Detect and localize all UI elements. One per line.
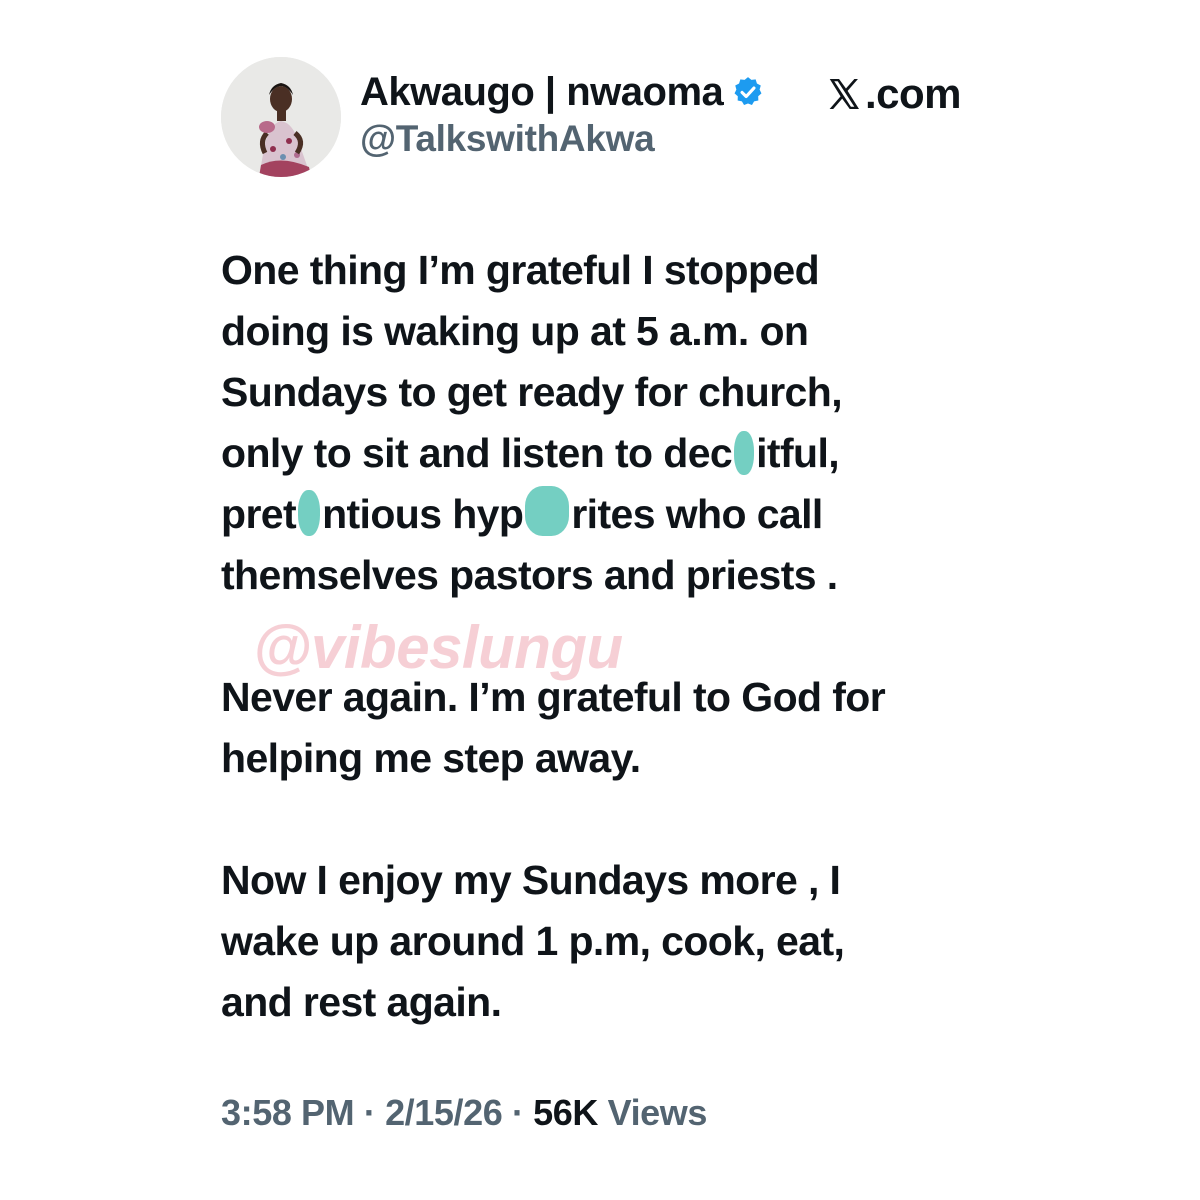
source-domain: .com	[865, 70, 962, 117]
author-handle[interactable]: @TalkswithAkwa	[360, 118, 655, 160]
censor-mark	[734, 431, 755, 475]
author-name-row[interactable]: Akwaugo | nwaoma	[360, 66, 765, 118]
tweet-text: One thing I’m grateful I stopped doing i…	[221, 240, 1011, 1094]
tweet-date[interactable]: 2/15/26	[385, 1092, 503, 1133]
censor-mark	[298, 490, 321, 536]
tweet-line: Never again. I’m grateful to God for	[221, 674, 886, 720]
tweet-time[interactable]: 3:58 PM	[221, 1092, 355, 1133]
profile-photo	[221, 57, 341, 177]
tweet-text-fragment: only to sit and listen to dec	[221, 430, 733, 476]
verified-badge-icon	[731, 75, 765, 109]
tweet-paragraph: Never again. I’m grateful to God for hel…	[221, 667, 1011, 789]
tweet-line: pret ntious hyp rites who call	[221, 484, 1011, 545]
tweet-line: and rest again.	[221, 979, 502, 1025]
tweet-line: themselves pastors and priests .	[221, 552, 838, 598]
views-label: Views	[598, 1092, 708, 1133]
x-logo-icon	[826, 76, 862, 112]
tweet-line: only to sit and listen to dec itful,	[221, 423, 1011, 484]
tweet-text-fragment: rites who call	[571, 491, 823, 537]
tweet-text-fragment: ntious hyp	[322, 491, 524, 537]
tweet-card: Akwaugo | nwaoma @TalkswithAkwa .com One…	[0, 0, 1200, 1200]
meta-separator: ·	[502, 1092, 534, 1133]
tweet-line: doing is waking up at 5 a.m. on	[221, 308, 809, 354]
tweet-line: Sundays to get ready for church,	[221, 369, 843, 415]
tweet-meta: 3:58 PM · 2/15/26 · 56K Views	[221, 1092, 707, 1134]
tweet-paragraph: One thing I’m grateful I stopped doing i…	[221, 240, 1011, 606]
avatar[interactable]	[221, 57, 341, 177]
views-count[interactable]: 56K	[533, 1092, 598, 1133]
censor-mark	[525, 486, 570, 536]
tweet-text-fragment: itful,	[756, 430, 840, 476]
meta-separator: ·	[354, 1092, 386, 1133]
tweet-line: helping me step away.	[221, 735, 641, 781]
source-label: .com	[826, 70, 962, 118]
display-name[interactable]: Akwaugo | nwaoma	[360, 70, 724, 115]
tweet-line: Now I enjoy my Sundays more , I	[221, 857, 841, 903]
tweet-paragraph: Now I enjoy my Sundays more , I wake up …	[221, 850, 1011, 1033]
tweet-text-fragment: pret	[221, 491, 297, 537]
tweet-line: One thing I’m grateful I stopped	[221, 247, 820, 293]
tweet-line: wake up around 1 p.m, cook, eat,	[221, 918, 845, 964]
